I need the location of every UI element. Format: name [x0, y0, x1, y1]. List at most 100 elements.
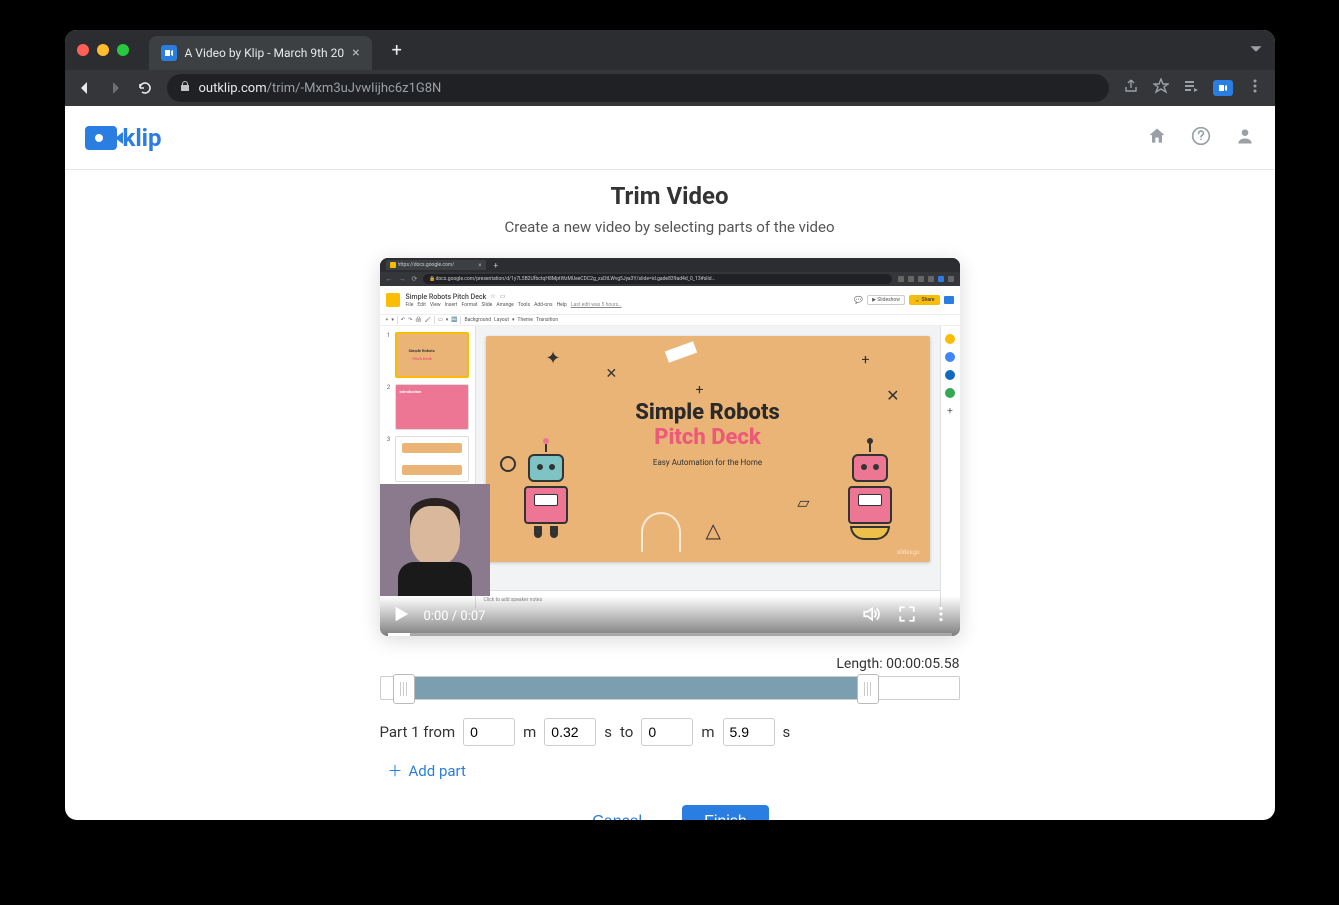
- fullscreen-icon[interactable]: [898, 605, 916, 627]
- recorded-side-rail: +: [940, 326, 960, 608]
- recorded-url: 🔒 docs.google.com/presentation/d/1y7L5B2…: [423, 274, 891, 284]
- back-button[interactable]: [77, 80, 93, 96]
- side-keep-icon: [945, 352, 955, 362]
- video-frame[interactable]: https://docs.google.com/ × + ← → ⟳ 🔒 doc…: [380, 258, 960, 636]
- extension-klip-icon[interactable]: [1213, 80, 1233, 96]
- close-window-button[interactable]: [77, 44, 89, 56]
- webcam-overlay: [380, 484, 490, 596]
- robot-illustration-left: [516, 454, 576, 544]
- slideshow-button: ▶ Slideshow: [867, 295, 905, 305]
- recorded-doc-toolbar: +▾↶↷🖨🖌▭▾🔤 BackgroundLayout▾ThemeTransiti…: [380, 314, 960, 326]
- side-add-icon: +: [945, 406, 955, 416]
- cancel-button[interactable]: Cancel: [570, 805, 664, 820]
- video-player: https://docs.google.com/ × + ← → ⟳ 🔒 doc…: [380, 258, 960, 636]
- recorded-back-icon: ←: [386, 275, 393, 283]
- minimize-window-button[interactable]: [97, 44, 109, 56]
- volume-icon[interactable]: [862, 605, 880, 627]
- url-text: outklip.com/trim/-Mxm3uJvwIijhc6z1G8N: [199, 81, 442, 96]
- star-icon: ☆: [490, 293, 495, 300]
- logo-icon: [85, 126, 117, 150]
- app-header: klip: [65, 106, 1275, 170]
- slide-title-1: Simple Robots: [486, 400, 930, 425]
- thumbnail-3: [395, 436, 469, 482]
- recorded-tab: https://docs.google.com/ ×: [386, 260, 486, 270]
- to-label: to: [620, 723, 633, 741]
- toolbar-actions: [1123, 78, 1263, 98]
- recorded-doc-header: Simple Robots Pitch Deck☆▭ FileEditViewI…: [380, 286, 960, 314]
- recorded-toolbar-icons: [898, 276, 954, 282]
- add-part-link[interactable]: ＋Add part: [388, 760, 466, 781]
- address-bar[interactable]: outklip.com/trim/-Mxm3uJvwIijhc6z1G8N: [167, 74, 1109, 102]
- side-calendar-icon: [945, 334, 955, 344]
- tab-title: A Video by Klip - March 9th 20: [185, 46, 345, 60]
- share-icon[interactable]: [1123, 78, 1139, 98]
- new-tab-button[interactable]: +: [380, 40, 414, 61]
- part-label: Part 1 from: [380, 723, 456, 741]
- recorded-tab-close-icon: ×: [478, 262, 481, 269]
- trim-range: [413, 677, 859, 699]
- video-menu-icon[interactable]: [934, 605, 948, 627]
- thumbnail-1: Simple RobotsPitch Deck: [395, 332, 469, 378]
- browser-window: A Video by Klip - March 9th 20 × + outkl…: [65, 30, 1275, 820]
- slide-title-2: Pitch Deck: [486, 425, 930, 450]
- video-controls: 0:00 / 0:07: [380, 596, 960, 636]
- part-row: Part 1 from m s to m s: [380, 718, 960, 746]
- reload-button[interactable]: [137, 80, 153, 96]
- recorded-doc-menu: FileEditViewInsertFormatSlideArrangeTool…: [406, 302, 622, 308]
- plus-icon: ＋: [388, 760, 403, 781]
- forward-button[interactable]: [107, 80, 123, 96]
- action-buttons: Cancel Finish: [65, 805, 1275, 820]
- from-seconds-input[interactable]: [544, 718, 596, 746]
- unit-s-2: s: [783, 723, 791, 741]
- video-progress[interactable]: [388, 633, 952, 636]
- recorded-doc-title: Simple Robots Pitch Deck: [406, 293, 487, 301]
- thumbnail-2: Introduction: [395, 384, 469, 430]
- bookmark-icon[interactable]: [1153, 78, 1169, 98]
- tabs-dropdown-icon[interactable]: [1249, 41, 1263, 60]
- from-minutes-input[interactable]: [463, 718, 515, 746]
- recorded-favicon: [390, 262, 396, 268]
- tab-favicon: [161, 45, 177, 61]
- recorded-urlbar: ← → ⟳ 🔒 docs.google.com/presentation/d/1…: [380, 272, 960, 286]
- to-seconds-input[interactable]: [723, 718, 775, 746]
- side-tasks-icon: [945, 370, 955, 380]
- finish-button[interactable]: Finish: [682, 805, 769, 820]
- recorded-tabstrip: https://docs.google.com/ × +: [380, 258, 960, 272]
- to-minutes-input[interactable]: [641, 718, 693, 746]
- unit-m-2: m: [701, 723, 714, 741]
- share-button: 🔒 Share: [909, 295, 939, 305]
- page-subtitle: Create a new video by selecting parts of…: [65, 218, 1275, 236]
- length-label: Length: 00:00:05.58: [380, 656, 960, 672]
- video-time: 0:00 / 0:07: [424, 609, 486, 624]
- recorded-new-tab-icon: +: [494, 261, 499, 270]
- playlist-icon[interactable]: [1183, 78, 1199, 98]
- unit-m-1: m: [523, 723, 536, 741]
- trim-slider[interactable]: [380, 676, 960, 700]
- app-logo[interactable]: klip: [85, 124, 162, 152]
- side-maps-icon: [945, 388, 955, 398]
- help-icon[interactable]: [1191, 126, 1211, 150]
- play-button[interactable]: [392, 605, 410, 627]
- slide-watermark: slidesgo: [897, 549, 919, 556]
- recorded-reload-icon: ⟳: [412, 275, 418, 283]
- browser-tabstrip: A Video by Klip - March 9th 20 × +: [65, 30, 1275, 70]
- home-icon[interactable]: [1147, 126, 1167, 150]
- tab-close-icon[interactable]: ×: [352, 45, 359, 61]
- recorded-forward-icon: →: [399, 275, 406, 283]
- user-icon[interactable]: [1235, 126, 1255, 150]
- comment-icon: 💬: [854, 296, 863, 304]
- main-slide: ✦ ✕ + + ✕ △ ▱ Simple Robots: [486, 336, 930, 562]
- trim-handle-end[interactable]: [857, 674, 879, 704]
- browser-toolbar: outklip.com/trim/-Mxm3uJvwIijhc6z1G8N: [65, 70, 1275, 106]
- browser-tab[interactable]: A Video by Klip - March 9th 20 ×: [149, 36, 372, 70]
- slides-logo-icon: [386, 293, 400, 307]
- record-icon: [944, 296, 954, 304]
- unit-s-1: s: [604, 723, 612, 741]
- slide-canvas: ✦ ✕ + + ✕ △ ▱ Simple Robots: [476, 326, 940, 608]
- maximize-window-button[interactable]: [117, 44, 129, 56]
- browser-menu-icon[interactable]: [1247, 78, 1263, 98]
- recorded-tab-title: https://docs.google.com/: [398, 262, 455, 268]
- trim-handle-start[interactable]: [393, 674, 415, 704]
- logo-text: klip: [123, 124, 162, 152]
- page-content: Trim Video Create a new video by selecti…: [65, 170, 1275, 820]
